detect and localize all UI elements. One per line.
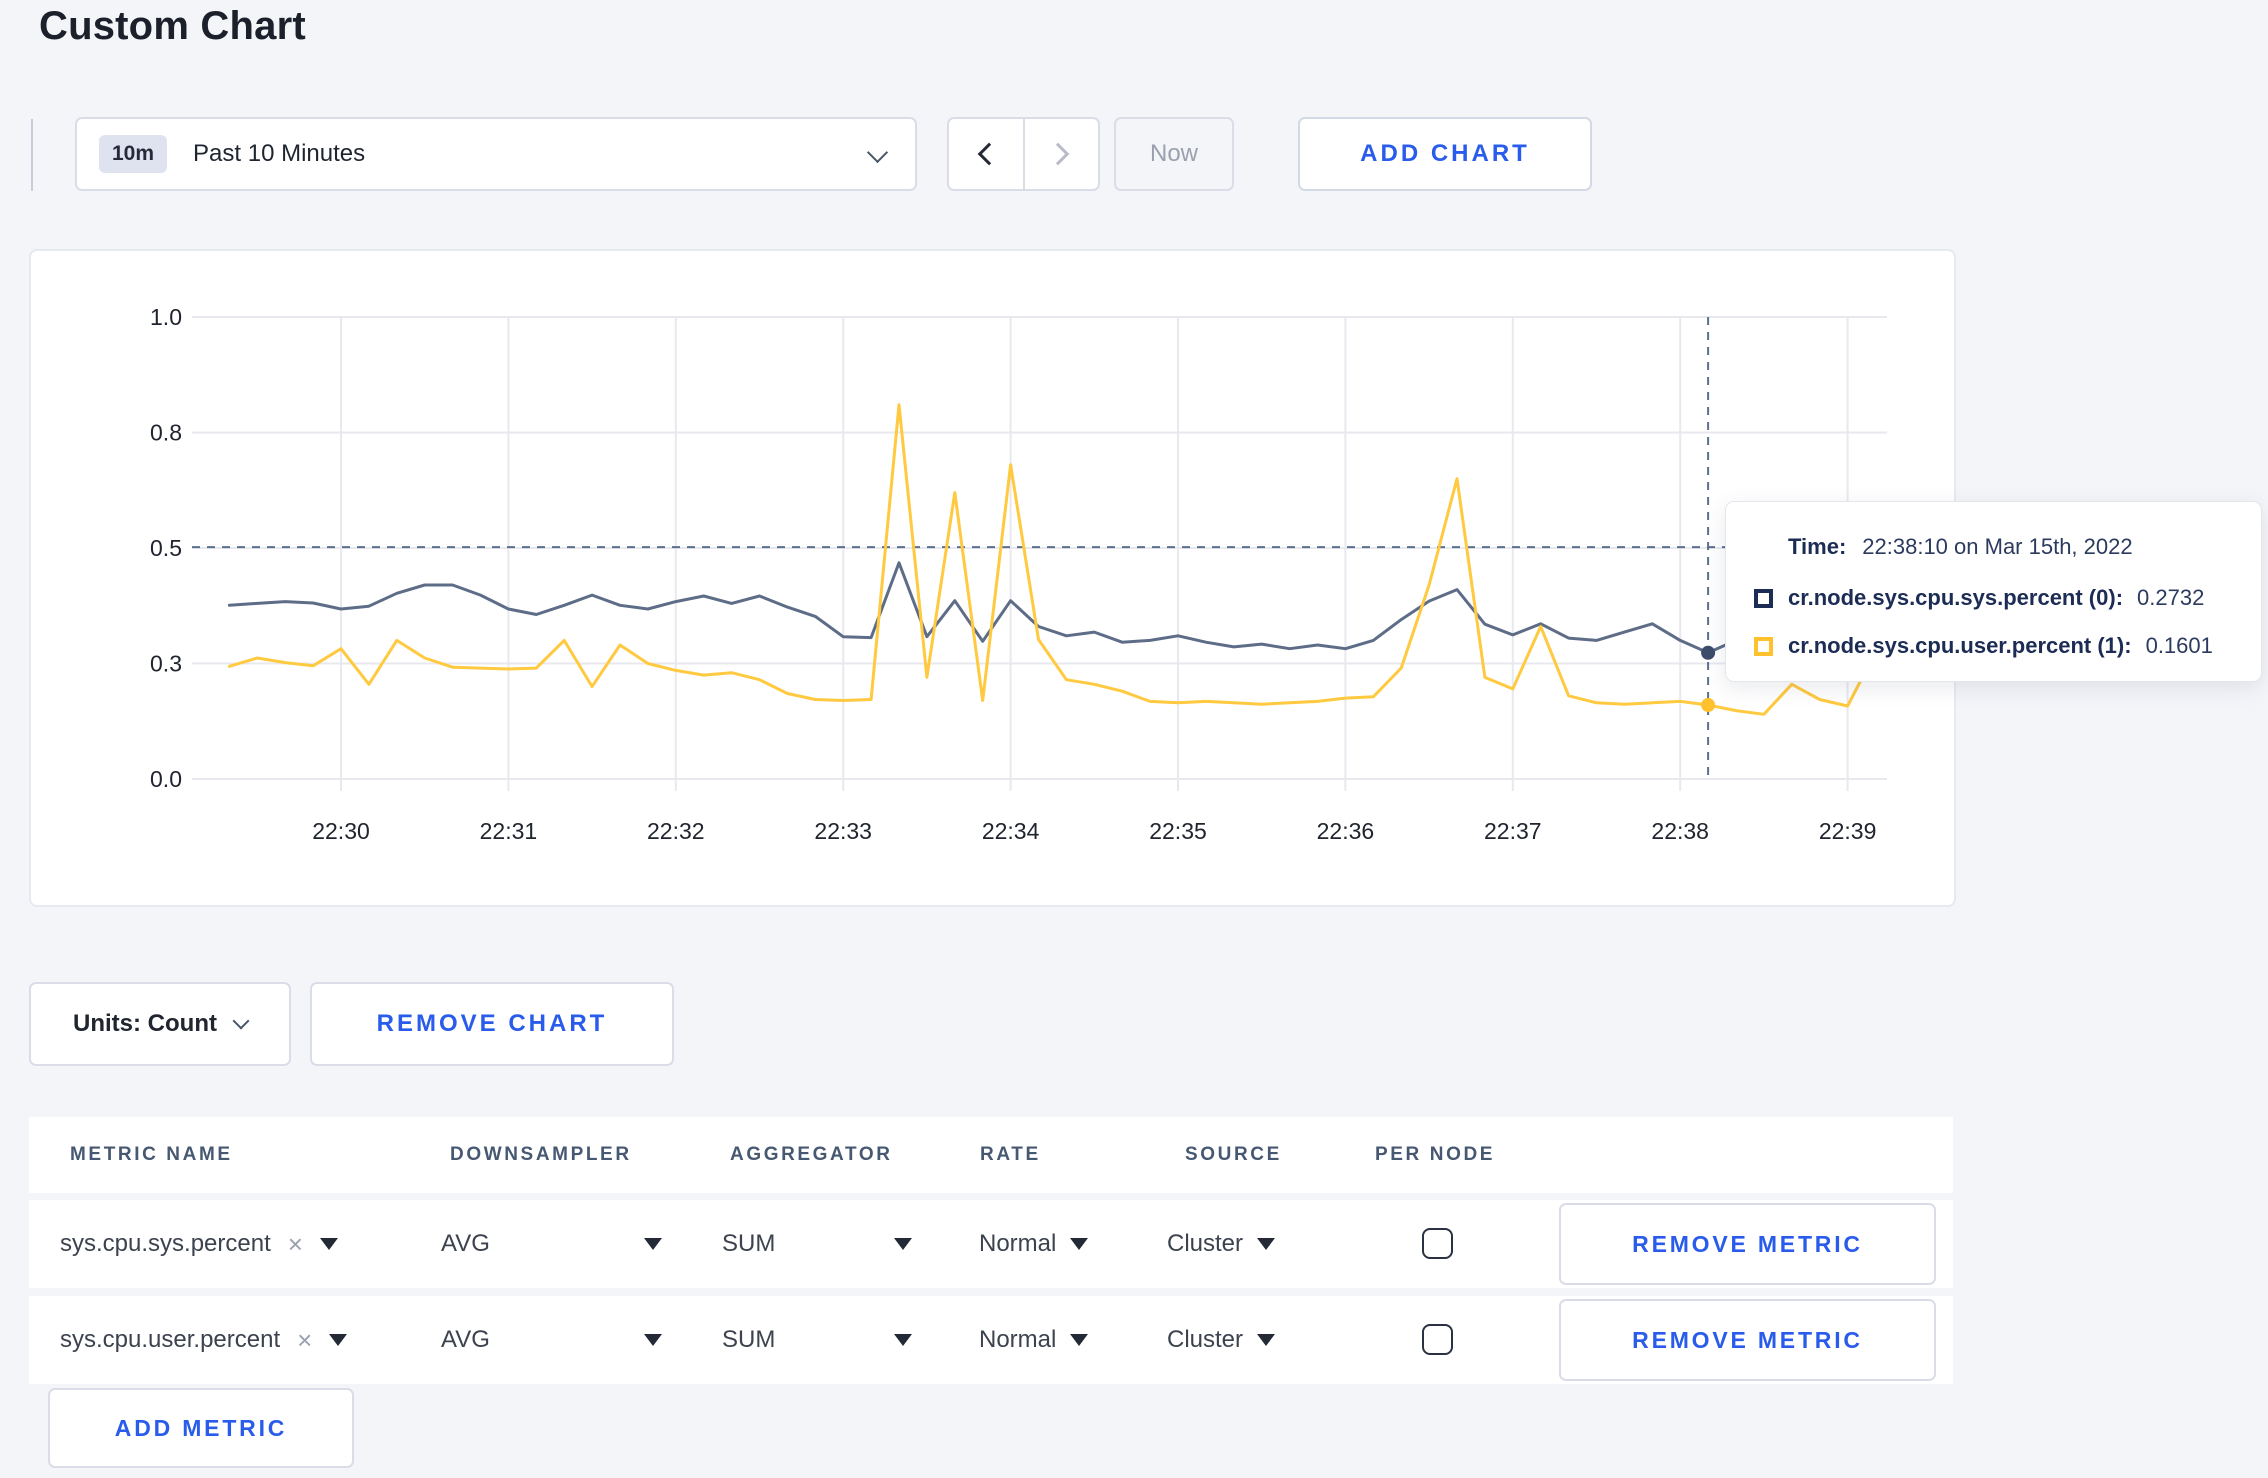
- metric-name-value: sys.cpu.user.percent: [60, 1326, 281, 1353]
- chevron-down-icon: [866, 141, 889, 164]
- tooltip-series-row: cr.node.sys.cpu.user.percent (1): 0.1601: [1754, 633, 2213, 659]
- dropdown-arrow-icon: [319, 1238, 338, 1250]
- tooltip-series-row: cr.node.sys.cpu.sys.percent (0): 0.2732: [1754, 585, 2204, 611]
- clear-metric-icon[interactable]: ×: [297, 1325, 312, 1356]
- dropdown-arrow-icon: [894, 1238, 912, 1250]
- time-range-label: Past 10 Minutes: [193, 140, 366, 167]
- metrics-table-header: METRIC NAME DOWNSAMPLER AGGREGATOR RATE …: [29, 1117, 1953, 1193]
- tooltip-time: Time: 22:38:10 on Mar 15th, 2022: [1788, 534, 2133, 560]
- dropdown-arrow-icon: [1257, 1334, 1276, 1346]
- tooltip-series-value: 0.1601: [2145, 633, 2213, 658]
- remove-chart-button[interactable]: REMOVE CHART: [310, 982, 674, 1066]
- svg-text:22:33: 22:33: [814, 818, 872, 844]
- dropdown-arrow-icon: [644, 1334, 662, 1346]
- chevron-left-icon: [977, 142, 1001, 166]
- page-title: Custom Chart: [39, 4, 306, 48]
- dropdown-arrow-icon: [1070, 1334, 1089, 1346]
- rate-value: Normal: [979, 1326, 1057, 1353]
- source-value: Cluster: [1167, 1326, 1244, 1353]
- table-row: sys.cpu.sys.percent × AVG SUM Normal Clu…: [29, 1200, 1953, 1288]
- chart-tooltip: Time: 22:38:10 on Mar 15th, 2022 cr.node.…: [1725, 501, 2262, 682]
- remove-metric-button[interactable]: REMOVE METRIC: [1559, 1203, 1936, 1285]
- time-range-select[interactable]: 10m Past 10 Minutes: [75, 117, 917, 191]
- add-chart-button[interactable]: ADD CHART: [1298, 117, 1592, 191]
- column-header-metric-name: METRIC NAME: [70, 1144, 233, 1165]
- column-header-rate: RATE: [980, 1144, 1041, 1165]
- aggregator-select[interactable]: SUM: [722, 1296, 912, 1384]
- clear-metric-icon[interactable]: ×: [288, 1229, 303, 1260]
- downsampler-select[interactable]: AVG: [441, 1296, 662, 1384]
- column-header-downsampler: DOWNSAMPLER: [450, 1144, 632, 1165]
- metric-name-value: sys.cpu.sys.percent: [60, 1230, 271, 1257]
- downsampler-value: AVG: [441, 1326, 490, 1353]
- tooltip-series-value: 0.2732: [2137, 585, 2205, 610]
- svg-text:0.0: 0.0: [150, 766, 182, 792]
- svg-text:1.0: 1.0: [150, 304, 182, 330]
- rate-select[interactable]: Normal: [979, 1296, 1089, 1384]
- svg-text:22:35: 22:35: [1149, 818, 1207, 844]
- chevron-down-icon: [232, 1012, 250, 1030]
- aggregator-value: SUM: [722, 1230, 776, 1257]
- svg-text:22:36: 22:36: [1317, 818, 1375, 844]
- rate-select[interactable]: Normal: [979, 1200, 1089, 1288]
- source-value: Cluster: [1167, 1230, 1244, 1257]
- column-header-aggregator: AGGREGATOR: [730, 1144, 893, 1165]
- column-header-per-node: PER NODE: [1375, 1144, 1496, 1165]
- svg-text:22:39: 22:39: [1819, 818, 1877, 844]
- units-label: Units: Count: [73, 1010, 217, 1037]
- aggregator-value: SUM: [722, 1326, 776, 1353]
- svg-text:22:37: 22:37: [1484, 818, 1542, 844]
- svg-text:22:34: 22:34: [982, 818, 1040, 844]
- time-range-badge: 10m: [99, 135, 168, 173]
- tooltip-time-value: 22:38:10 on Mar 15th, 2022: [1862, 534, 2133, 559]
- source-select[interactable]: Cluster: [1167, 1296, 1276, 1384]
- tooltip-series-name: cr.node.sys.cpu.sys.percent (0):: [1788, 585, 2124, 610]
- svg-text:0.3: 0.3: [150, 651, 182, 677]
- units-select[interactable]: Units: Count: [29, 982, 291, 1066]
- dropdown-arrow-icon: [1070, 1238, 1089, 1250]
- add-metric-button[interactable]: ADD METRIC: [48, 1388, 354, 1468]
- controls-divider: [31, 119, 33, 191]
- dropdown-arrow-icon: [1257, 1238, 1276, 1250]
- now-button[interactable]: Now: [1114, 117, 1234, 191]
- svg-text:0.5: 0.5: [150, 535, 182, 561]
- svg-text:22:32: 22:32: [647, 818, 705, 844]
- per-node-checkbox[interactable]: [1422, 1228, 1453, 1259]
- dropdown-arrow-icon: [644, 1238, 662, 1250]
- downsampler-select[interactable]: AVG: [441, 1200, 662, 1288]
- per-node-checkbox[interactable]: [1422, 1324, 1453, 1355]
- rate-value: Normal: [979, 1230, 1057, 1257]
- dropdown-arrow-icon: [894, 1334, 912, 1346]
- tooltip-time-label: Time:: [1788, 534, 1847, 559]
- column-header-source: SOURCE: [1185, 1144, 1282, 1165]
- previous-range-button[interactable]: [949, 119, 1023, 189]
- downsampler-value: AVG: [441, 1230, 490, 1257]
- source-select[interactable]: Cluster: [1167, 1200, 1276, 1288]
- next-range-button[interactable]: [1025, 119, 1099, 189]
- tooltip-series-name: cr.node.sys.cpu.user.percent (1):: [1788, 633, 2132, 658]
- series-swatch-icon: [1754, 588, 1773, 608]
- metric-name-select[interactable]: sys.cpu.user.percent ×: [60, 1296, 348, 1384]
- chart-svg[interactable]: 0.0 0.3 0.5 0.8 1.0 22:30 22:31 22:32 22:33 22:34…: [31, 251, 1954, 905]
- svg-text:0.8: 0.8: [150, 420, 182, 446]
- svg-text:22:30: 22:30: [312, 818, 370, 844]
- aggregator-select[interactable]: SUM: [722, 1200, 912, 1288]
- svg-text:22:38: 22:38: [1651, 818, 1709, 844]
- svg-text:22:31: 22:31: [480, 818, 538, 844]
- metric-name-select[interactable]: sys.cpu.sys.percent ×: [60, 1200, 338, 1288]
- table-row: sys.cpu.user.percent × AVG SUM Normal Cl…: [29, 1296, 1953, 1384]
- custom-chart-page: Custom Chart 10m Past 10 Minutes Now ADD…: [0, 0, 2268, 1478]
- remove-metric-button[interactable]: REMOVE METRIC: [1559, 1299, 1936, 1381]
- chart-card: 0.0 0.3 0.5 0.8 1.0 22:30 22:31 22:32 22:33 22:34…: [29, 249, 1956, 907]
- time-nav-buttons: [947, 117, 1100, 191]
- series-swatch-icon: [1754, 636, 1773, 656]
- dropdown-arrow-icon: [329, 1334, 348, 1346]
- chevron-right-icon: [1046, 142, 1070, 166]
